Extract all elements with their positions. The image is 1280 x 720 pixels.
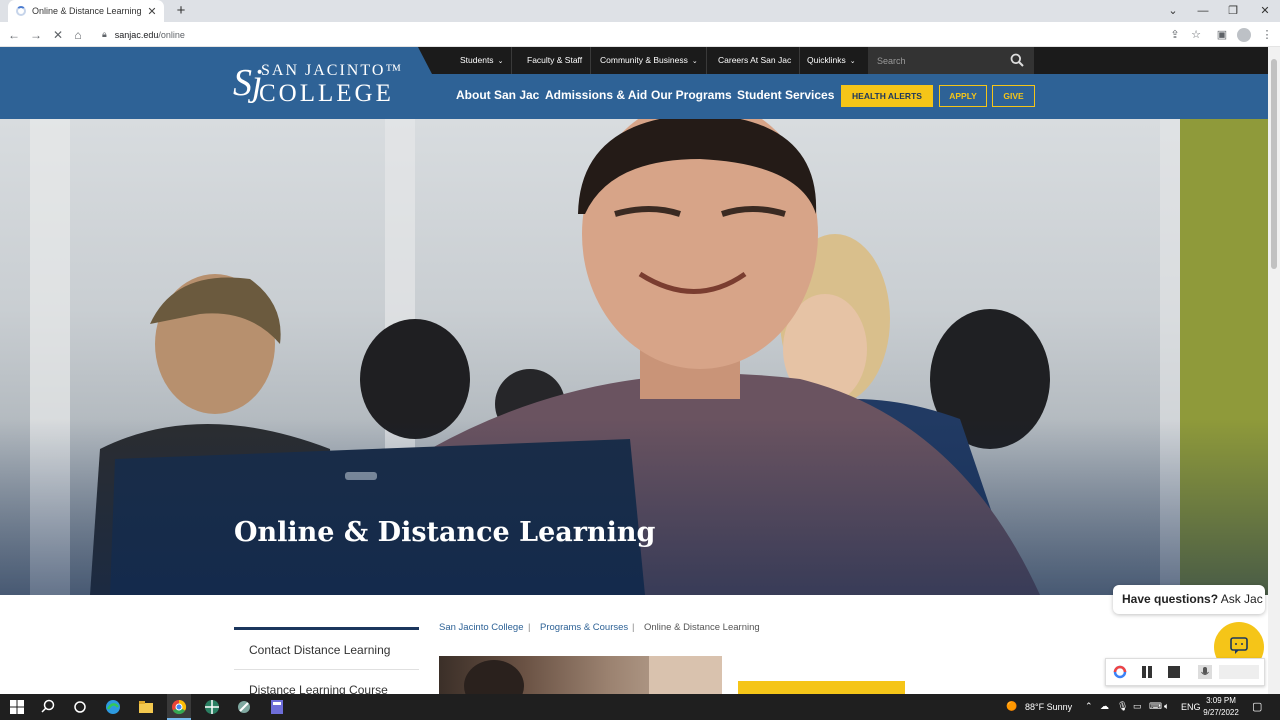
side-navigation: Contact Distance Learning Distance Learn… — [234, 627, 419, 710]
windows-taskbar: 🟠 88°F Sunny ⌃ ☁ 🎙︎ ▭ ⌨ 🔈︎ ENG 3:09 PM 9… — [0, 694, 1280, 720]
chevron-down-icon: ⌄ — [691, 58, 698, 65]
weather-text[interactable]: 88°F Sunny — [1025, 702, 1072, 712]
scrollbar-thumb[interactable] — [1271, 59, 1277, 269]
volume-icon[interactable]: 🔈︎ — [1164, 701, 1169, 712]
breadcrumb-separator: | — [632, 622, 635, 633]
chat-prompt[interactable]: Have questions? Ask Jac — [1113, 585, 1265, 614]
nav-student-services[interactable]: Student Services — [737, 88, 834, 102]
recorder-logo-icon — [1113, 665, 1127, 679]
new-tab-button[interactable]: + — [172, 2, 190, 20]
microphone-icon[interactable] — [1198, 665, 1212, 679]
breadcrumb-separator: | — [528, 622, 531, 633]
back-arrow-icon[interactable]: ← — [4, 25, 24, 45]
logo-line-1: SAN JACINTO™ — [261, 62, 404, 79]
give-button[interactable]: GIVE — [992, 85, 1035, 107]
recorder-toolbar — [1105, 658, 1265, 686]
url-domain: sanjac.edu — [114, 29, 159, 40]
logo-line-2: COLLEGE — [259, 80, 394, 107]
sidenav-contact-distance-learning[interactable]: Contact Distance Learning — [234, 630, 419, 670]
minimize-button[interactable]: — — [1188, 0, 1218, 22]
task-view-icon[interactable] — [71, 698, 89, 716]
weather-icon: 🟠 — [1006, 701, 1018, 711]
search-icon[interactable] — [39, 698, 57, 716]
url-field[interactable]: 🔒︎ sanjac.edu/online — [96, 25, 1156, 44]
pause-icon[interactable] — [1140, 665, 1154, 679]
recorder-preview — [1219, 665, 1259, 679]
battery-icon[interactable]: ▭ — [1133, 701, 1142, 712]
app-tool-icon[interactable] — [235, 698, 253, 716]
url-path: /online — [158, 29, 185, 40]
profile-avatar[interactable] — [1237, 28, 1251, 42]
chat-name: Ask Jac — [1220, 592, 1263, 606]
share-icon[interactable]: ⇪ — [1166, 26, 1184, 44]
utility-bar: Students ⌄ Faculty & Staff Community & Bu… — [418, 47, 1268, 74]
site-search — [868, 47, 1034, 74]
util-link-label: Students — [460, 55, 494, 65]
page-title: Online & Distance Learning — [234, 517, 656, 548]
content-photo — [439, 656, 722, 694]
onedrive-icon[interactable]: ☁ — [1100, 701, 1109, 712]
san-jacinto-logo[interactable]: Sj SAN JACINTO™ COLLEGE — [233, 61, 403, 107]
breadcrumb-programs-courses[interactable]: Programs & Courses — [540, 622, 628, 633]
side-panel-icon[interactable]: ▣ — [1213, 26, 1231, 44]
hero-shade — [0, 419, 1268, 595]
stop-loading-icon[interactable]: ✕ — [48, 25, 68, 45]
breadcrumb-current: Online & Distance Learning — [644, 622, 760, 633]
nav-our-programs[interactable]: Our Programs — [651, 88, 732, 102]
address-bar-row: ← → ✕ ⌂ 🔒︎ sanjac.edu/online ⇪ ☆ ▣ ⋮ — [0, 22, 1280, 47]
file-explorer-icon[interactable] — [137, 698, 155, 716]
tab-search-icon[interactable]: ⌄ — [1158, 0, 1188, 22]
chevron-down-icon: ⌄ — [497, 58, 504, 65]
app-calculator-icon[interactable] — [268, 698, 286, 716]
tab-close-icon[interactable]: ✕ — [146, 5, 158, 18]
breadcrumb-san-jacinto-college[interactable]: San Jacinto College — [439, 622, 524, 633]
util-link-faculty-staff[interactable]: Faculty & Staff — [519, 47, 592, 74]
clock-date: 9/27/2022 — [1203, 708, 1239, 717]
search-input[interactable] — [868, 47, 1004, 74]
nav-admissions-aid[interactable]: Admissions & Aid — [545, 88, 647, 102]
browser-tab-active[interactable]: Online & Distance Learning | San Jacinto… — [8, 0, 164, 22]
home-icon[interactable]: ⌂ — [68, 25, 88, 45]
page-scrollbar[interactable] — [1268, 47, 1280, 694]
util-link-label: Community & Business — [600, 55, 688, 65]
close-window-button[interactable]: ✕ — [1250, 0, 1280, 22]
chat-icon — [1230, 637, 1248, 654]
search-icon[interactable] — [1010, 53, 1024, 67]
chrome-icon[interactable] — [170, 698, 188, 716]
chat-question: Have questions? — [1122, 592, 1219, 606]
app-pinwheel-icon[interactable] — [203, 698, 221, 716]
bookmark-star-icon[interactable]: ☆ — [1187, 26, 1205, 44]
tab-title: Online & Distance Learning | San Jacinto… — [32, 6, 142, 16]
util-link-careers[interactable]: Careers At San Jac — [710, 47, 801, 74]
health-alerts-button[interactable]: HEALTH ALERTS — [841, 85, 933, 107]
edge-icon[interactable] — [104, 698, 122, 716]
util-link-quicklinks[interactable]: Quicklinks ⌄ — [799, 47, 864, 74]
loading-spinner-icon — [16, 6, 26, 16]
browser-tab-strip: Online & Distance Learning | San Jacinto… — [0, 0, 1280, 22]
network-icon[interactable]: ⌨ — [1149, 701, 1162, 712]
windows-start-icon[interactable] — [8, 698, 26, 716]
menu-kebab-icon[interactable]: ⋮ — [1258, 26, 1276, 44]
lock-icon: 🔒︎ — [102, 29, 107, 39]
chevron-up-icon[interactable]: ⌃ — [1085, 701, 1093, 712]
system-clock[interactable]: 3:09 PM 9/27/2022 — [1198, 694, 1244, 720]
util-link-label: Faculty & Staff — [527, 55, 583, 65]
apply-button[interactable]: APPLY — [939, 85, 987, 107]
restore-button[interactable]: ❐ — [1218, 0, 1248, 22]
util-link-students[interactable]: Students ⌄ — [452, 47, 513, 74]
util-link-community-business[interactable]: Community & Business ⌄ — [592, 47, 707, 74]
chevron-down-icon: ⌄ — [849, 58, 856, 65]
content-cta-button[interactable] — [738, 681, 905, 694]
microphone-icon[interactable]: 🎙︎ — [1117, 701, 1128, 712]
nav-about-san-jac[interactable]: About San Jac — [456, 88, 539, 102]
util-link-label: Careers At San Jac — [718, 55, 792, 65]
util-link-label: Quicklinks — [807, 55, 846, 65]
forward-arrow-icon[interactable]: → — [26, 25, 46, 45]
notification-icon[interactable]: ▢ — [1252, 700, 1262, 713]
stop-icon[interactable] — [1167, 665, 1181, 679]
clock-time: 3:09 PM — [1206, 696, 1236, 705]
